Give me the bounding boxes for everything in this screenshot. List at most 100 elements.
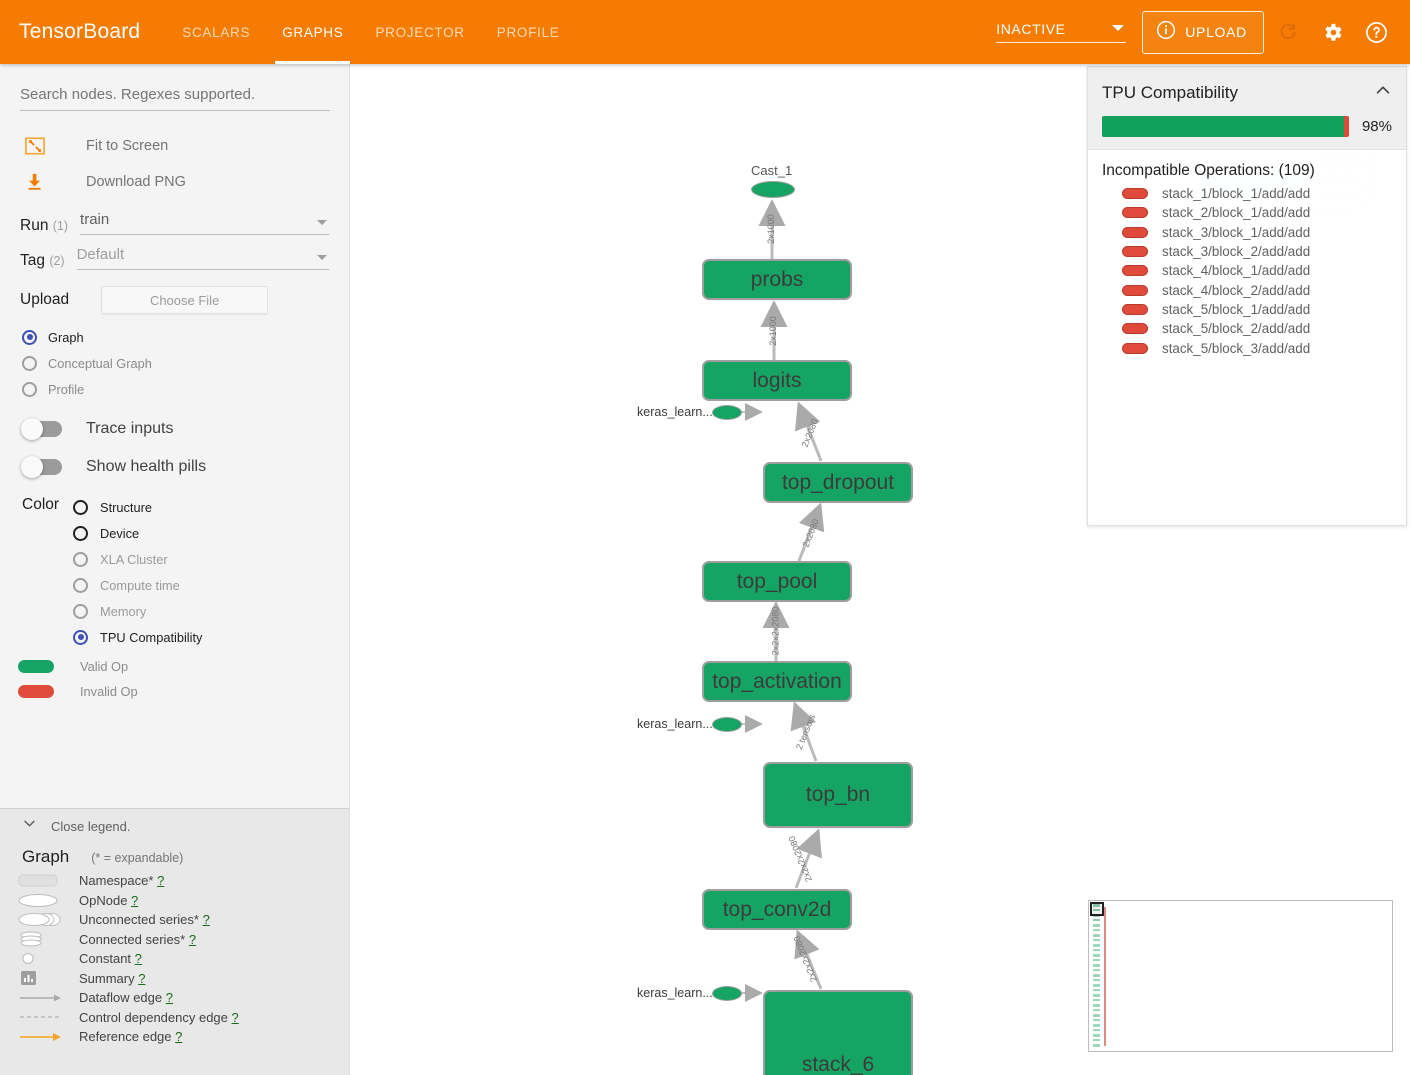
graph-node-top-conv2d[interactable]: top_conv2d (702, 889, 852, 930)
constant-circle-icon (18, 951, 72, 966)
incompatible-op-row[interactable]: stack_5/block_3/add/add (1102, 338, 1392, 357)
graph-node-top-dropout[interactable]: top_dropout (763, 462, 913, 503)
graph-minimap[interactable] (1088, 900, 1393, 1052)
legend-title: Graph (22, 847, 70, 866)
graph-node-label: top_pool (736, 569, 818, 593)
legend-help-link[interactable]: ? (189, 932, 196, 947)
tab-graphs[interactable]: GRAPHS (266, 0, 359, 64)
legend-row: Constant ? (0, 949, 349, 969)
legend-help-link[interactable]: ? (157, 873, 164, 888)
input-stub-node[interactable] (712, 405, 742, 420)
legend-help-link[interactable]: ? (203, 912, 210, 927)
color-label: Color (22, 496, 60, 513)
app-title: TensorBoard (19, 20, 141, 43)
incompatible-op-row[interactable]: stack_5/block_1/add/add (1102, 300, 1392, 319)
graph-node-top-pool[interactable]: top_pool (702, 561, 852, 602)
run-value: train (80, 211, 110, 228)
invalid-op-pill-icon (1122, 265, 1148, 277)
minimap-node-mark (1093, 954, 1100, 957)
chevron-down-icon (1112, 25, 1125, 31)
color-option-memory[interactable]: Memory (73, 598, 202, 624)
legend-row: Reference edge ? (0, 1027, 349, 1047)
incompatible-op-name: stack_1/block_1/add/add (1162, 186, 1311, 202)
minimap-node-mark (1093, 924, 1100, 927)
legend-row: Namespace* ? (0, 871, 349, 891)
choose-file-button[interactable]: Choose File (101, 286, 269, 314)
legend-row: Summary ? (0, 969, 349, 989)
radio-profile-indicator (22, 381, 37, 397)
legend-help-link[interactable]: ? (175, 1029, 182, 1044)
radio-graph[interactable]: Graph (22, 324, 349, 350)
graph-node-top-bn[interactable]: top_bn (763, 762, 913, 828)
input-stub-node[interactable] (712, 986, 742, 1001)
minimap-node-mark (1093, 974, 1100, 977)
color-option-xla-cluster-indicator (73, 551, 89, 567)
invalid-op-pill-icon (1122, 323, 1148, 335)
incompatible-op-row[interactable]: stack_4/block_1/add/add (1102, 261, 1392, 280)
run-dropdown[interactable]: train (80, 211, 329, 235)
invalid-op-pill-icon (18, 685, 54, 698)
input-stub-node[interactable] (712, 717, 742, 732)
incompatible-op-row[interactable]: stack_3/block_1/add/add (1102, 223, 1392, 242)
legend-help-link[interactable]: ? (138, 971, 145, 986)
unconnected-series-icon (18, 912, 72, 927)
minimap-node-mark (1093, 1009, 1100, 1011)
run-status-dropdown[interactable]: INACTIVE (996, 21, 1127, 43)
graph-node-top-activation[interactable]: top_activation (702, 661, 852, 702)
toggle-show-health-pills-switch (21, 456, 62, 478)
incompatible-op-row[interactable]: stack_4/block_2/add/add (1102, 280, 1392, 299)
download-png-button[interactable]: Download PNG (0, 164, 349, 200)
tag-dropdown[interactable]: Default (76, 246, 329, 270)
help-circle-icon[interactable] (1356, 12, 1396, 52)
connected-series-icon (18, 931, 72, 947)
color-option-compute-time[interactable]: Compute time (73, 572, 202, 598)
choose-file-label: Choose File (149, 292, 220, 308)
color-option-xla-cluster[interactable]: XLA Cluster (73, 546, 202, 572)
incompatible-op-row[interactable]: stack_2/block_1/add/add (1102, 203, 1392, 222)
tab-profile[interactable]: PROFILE (481, 0, 576, 64)
legend-row-label: Constant (79, 951, 132, 967)
toggle-trace-inputs[interactable]: Trace inputs (0, 410, 349, 448)
graph-node-logits[interactable]: logits (702, 360, 852, 401)
tab-projector[interactable]: PROJECTOR (359, 0, 480, 64)
legend-help-link[interactable]: ? (166, 990, 173, 1005)
invalid-op-pill-icon (1122, 284, 1148, 296)
graph-node-probs[interactable]: probs (702, 259, 852, 300)
toggle-show-health-pills[interactable]: Show health pills (0, 448, 349, 486)
incompatible-op-row[interactable]: stack_3/block_2/add/add (1102, 242, 1392, 261)
upload-row: Upload Choose File (0, 270, 349, 314)
close-legend-button[interactable]: Close legend. (0, 809, 349, 843)
radio-graph-label: Graph (48, 329, 84, 345)
radio-conceptual-graph-indicator (22, 355, 37, 371)
tpu-compatibility-panel: TPU Compatibility 98% Incompatible Opera… (1087, 66, 1407, 526)
radio-conceptual-graph[interactable]: Conceptual Graph (22, 350, 349, 376)
graph-node-cast-1[interactable] (751, 181, 795, 198)
tpu-compatibility-progress-fill (1102, 116, 1345, 137)
graph-node-label: probs (750, 267, 804, 291)
tab-scalars[interactable]: SCALARS (166, 0, 266, 64)
minimap-viewport-rect[interactable] (1090, 902, 1104, 916)
minimap-node-mark (1093, 1014, 1100, 1017)
color-option-tpu-compatibility[interactable]: TPU Compatibility (73, 624, 202, 650)
incompatible-op-name: stack_4/block_2/add/add (1162, 282, 1311, 298)
color-option-structure-label: Structure (100, 499, 152, 515)
color-option-device[interactable]: Device (73, 520, 202, 546)
radio-profile[interactable]: Profile (22, 376, 349, 402)
color-option-structure[interactable]: Structure (73, 494, 202, 520)
upload-button[interactable]: UPLOAD (1142, 10, 1264, 54)
search-input[interactable] (20, 84, 330, 111)
legend-row: Dataflow edge ? (0, 988, 349, 1008)
legend-help-link[interactable]: ? (131, 893, 138, 908)
graph-node-stack-6[interactable]: stack_6 (763, 990, 913, 1075)
incompatible-op-row[interactable]: stack_1/block_1/add/add (1102, 184, 1392, 203)
legend-help-link[interactable]: ? (232, 1010, 239, 1025)
settings-gear-icon[interactable] (1312, 12, 1352, 52)
legend-help-link[interactable]: ? (135, 951, 142, 966)
refresh-icon[interactable] (1268, 12, 1308, 52)
chevron-up-icon[interactable] (1374, 81, 1392, 104)
fit-to-screen-button[interactable]: Fit to Screen (0, 128, 349, 164)
legend-row-label: Control dependency edge (79, 1009, 228, 1025)
invalid-op-label: Invalid Op (80, 684, 138, 699)
sidebar: Fit to Screen Download PNG Run (1) train (0, 64, 350, 1075)
incompatible-op-row[interactable]: stack_5/block_2/add/add (1102, 319, 1392, 338)
